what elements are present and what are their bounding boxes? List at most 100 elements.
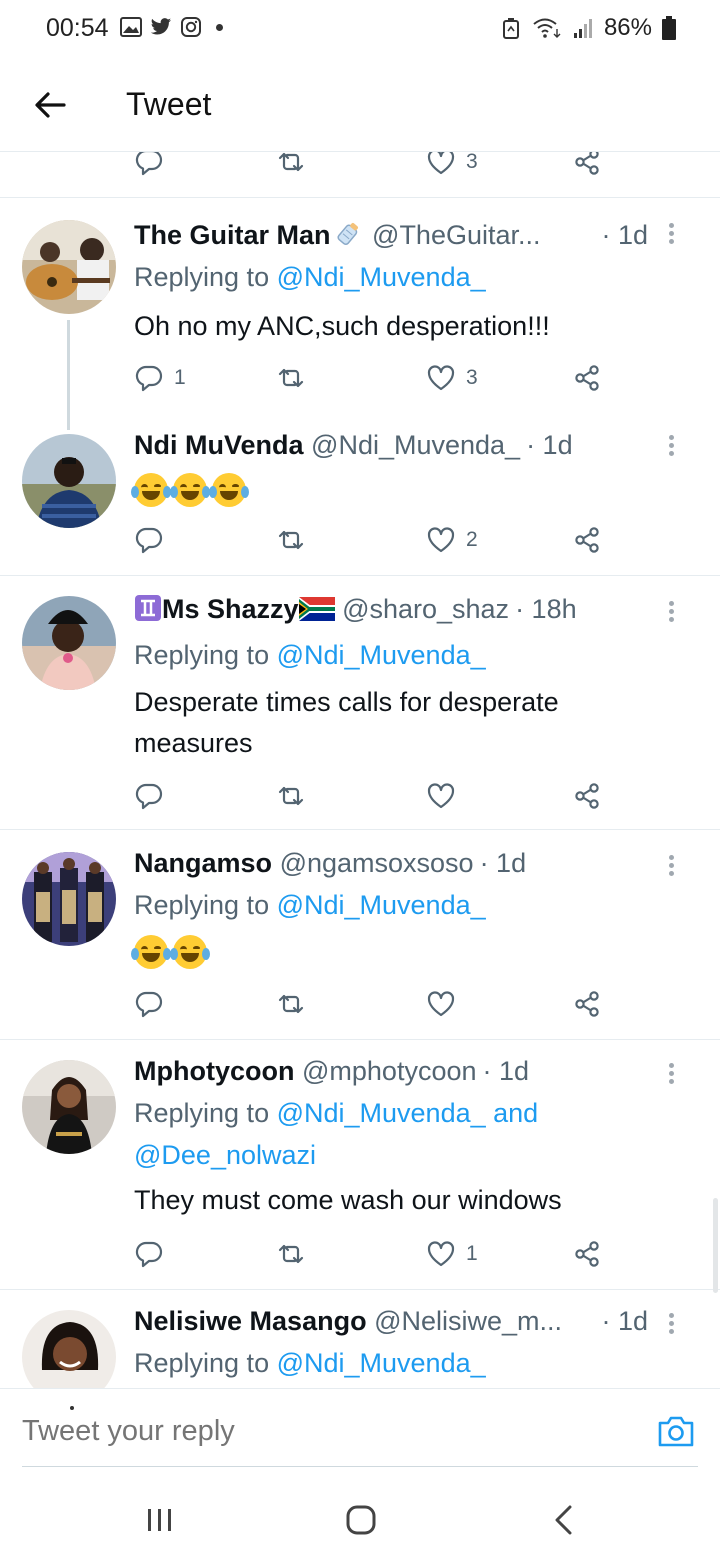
mention-link[interactable]: @Ndi_Muvenda_ [277,262,486,292]
replying-to: Replying to @Ndi_Muvenda_ [134,262,486,293]
more-options-icon[interactable] [666,598,676,628]
back-nav-icon[interactable] [544,1500,584,1540]
recent-apps-icon[interactable] [140,1500,180,1540]
tweet-actions: 1 [134,1234,614,1274]
back-arrow-icon[interactable] [30,85,70,125]
wifi-icon [532,17,562,39]
tweet-text: They must come wash our windows [134,1185,562,1215]
display-name[interactable]: Nelisiwe Masango [134,1306,367,1336]
retweet-button[interactable] [276,984,306,1024]
retweet-button[interactable] [276,776,306,816]
like-button[interactable]: 3 [426,358,478,398]
like-button[interactable]: 3 [426,152,478,182]
tweet-time: · 1d [601,1306,648,1336]
more-options-icon[interactable] [666,1060,676,1090]
user-handle: @Ndi_Muvenda_ [311,430,521,460]
laughing-tears-emoji-icon [131,472,171,507]
avatar[interactable] [22,596,116,690]
notification-dot-icon [216,23,223,31]
tweet[interactable]: Ms Shazzy @sharo_shaz · 18h Replying to @… [0,576,720,830]
replying-to: Replying to @Ndi_Muvenda_ [134,640,486,671]
retweet-button[interactable] [276,1234,306,1274]
system-nav-bar [0,1470,720,1560]
tweet-text: Desperate times calls for desperate meas… [134,687,559,758]
camera-icon[interactable] [656,1411,696,1451]
avatar[interactable] [22,1310,116,1388]
user-handle: @Nelisiwe_m... [374,1306,563,1336]
mention-link[interactable]: @Dee_nolwazi [134,1140,316,1170]
reply-count: 1 [174,366,186,389]
user-handle: @mphotycoon [302,1056,477,1086]
like-button[interactable]: 2 [426,520,478,560]
reply-button[interactable] [134,776,164,816]
avatar[interactable] [22,852,116,946]
display-name[interactable]: Ndi MuVenda [134,430,304,460]
cursor-dot [70,1406,74,1410]
tweet[interactable]: Mphotycoon @mphotycoon · 1d Replying to @… [0,1040,720,1290]
mention-link[interactable]: @Ndi_Muvenda_ [277,1348,486,1378]
mention-link[interactable]: @Ndi_Muvenda_ [277,890,486,920]
user-handle: @ngamsoxsoso [279,848,474,878]
reply-button[interactable]: 1 [134,358,186,398]
reply-button[interactable] [134,520,164,560]
share-button[interactable] [572,1234,602,1274]
display-name[interactable]: Ms Shazzy [162,594,299,624]
avatar[interactable] [22,1060,116,1154]
user-handle: @TheGuitar... [372,220,541,250]
like-button[interactable]: 1 [426,1234,478,1274]
tweet[interactable]: Nangamso @ngamsoxsoso · 1d Replying to @N… [0,830,720,1040]
like-button[interactable] [426,984,456,1024]
replying-to-label: Replying to [134,890,277,920]
scrollbar[interactable] [713,1198,718,1293]
mention-link[interactable]: @Ndi_Muvenda_ [277,1098,486,1128]
replying-to: Replying to @Ndi_Muvenda_ and [134,1098,538,1129]
more-options-icon[interactable] [666,432,676,462]
tweet-time: · 1d [479,848,527,878]
avatar[interactable] [22,220,116,314]
more-options-icon[interactable] [666,852,676,882]
tweet-header: Mphotycoon @mphotycoon · 1d [134,1056,704,1092]
status-bar: 00:54 86% [0,0,720,60]
display-name[interactable]: Nangamso [134,848,272,878]
tweet-header: Ms Shazzy @sharo_shaz · 18h [134,594,704,630]
display-name[interactable]: The Guitar Man [134,220,331,250]
laughing-tears-emoji-icon [170,472,210,507]
share-button[interactable] [572,776,602,816]
south-africa-flag-icon [298,594,335,624]
retweet-button[interactable] [276,358,306,398]
reply-input[interactable] [22,1415,582,1448]
share-button[interactable] [572,358,602,398]
share-button[interactable] [572,152,602,182]
share-button[interactable] [572,984,602,1024]
tweet-header: Nelisiwe Masango @Nelisiwe_m... · 1d [134,1306,704,1342]
status-time: 00:54 [46,14,109,42]
previous-tweet-actions: 3 [0,152,720,198]
like-button[interactable] [426,776,456,816]
avatar[interactable] [22,434,116,528]
retweet-button[interactable] [276,520,306,560]
mention-link[interactable]: @Ndi_Muvenda_ [277,640,486,670]
display-name[interactable]: Mphotycoon [134,1056,294,1086]
baby-bottle-emoji-icon [331,220,365,250]
reply-button[interactable] [134,152,164,182]
battery-percent: 86% [603,14,652,41]
share-button[interactable] [572,520,602,560]
more-options-icon[interactable] [666,220,676,250]
replying-to-label: Replying to [134,640,277,670]
tweet[interactable]: The Guitar Man @TheGuitar... · 1d Replyi… [0,198,720,576]
retweet-button[interactable] [276,152,306,182]
reply-button[interactable] [134,1234,164,1274]
tweet-time: · 1d [482,1056,530,1086]
tweet-header: Nangamso @ngamsoxsoso · 1d [134,848,704,884]
tweet-text: Oh no my ANC,such desperation!!! [134,311,550,341]
tweet-actions [134,776,614,816]
tweet[interactable]: Nelisiwe Masango @Nelisiwe_m... · 1d Rep… [0,1290,720,1388]
home-icon[interactable] [341,1500,381,1540]
tweet-time: · 18h [515,594,577,624]
more-options-icon[interactable] [666,1310,676,1340]
instagram-icon [180,16,202,38]
replying-to: Replying to @Ndi_Muvenda_ [134,890,486,921]
reply-button[interactable] [134,984,164,1024]
app-header: Tweet [0,60,720,152]
replying-to-label: Replying to [134,262,277,292]
